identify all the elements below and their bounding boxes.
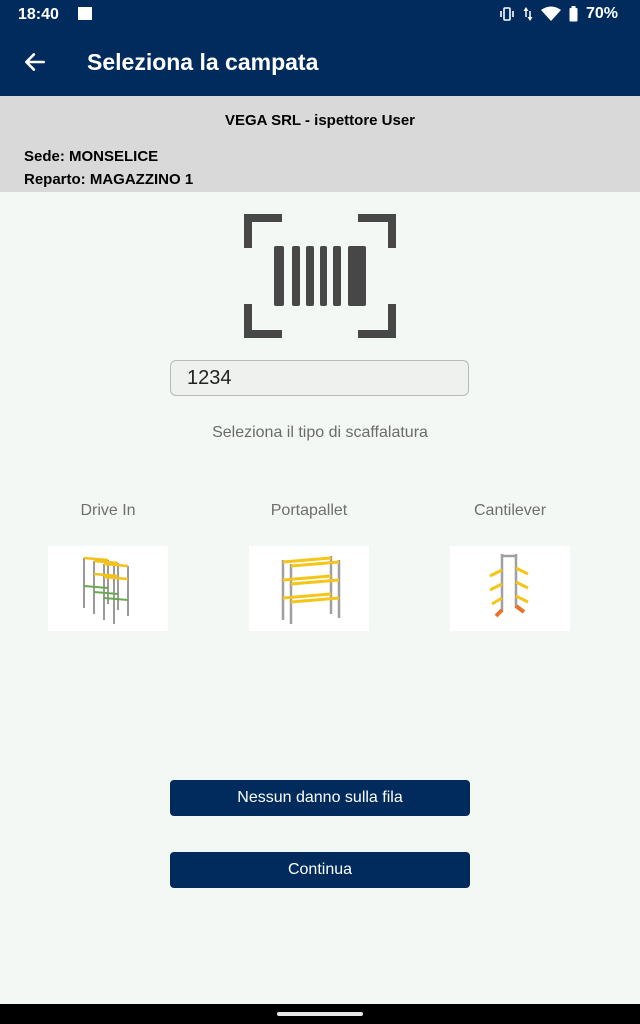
no-damage-on-row-button[interactable]: Nessun danno sulla fila [170, 780, 470, 816]
rack-type-label-drive-in: Drive In [80, 502, 136, 519]
portapallet-rack-image [281, 556, 341, 624]
wifi-icon [540, 6, 561, 21]
status-icons: 70% [499, 5, 618, 23]
barcode-scan-icon[interactable] [244, 214, 396, 338]
rack-type-portapallet-option[interactable] [249, 546, 369, 631]
home-gesture-handle[interactable] [277, 1012, 363, 1016]
system-navigation-bar [0, 1004, 640, 1024]
status-bar: 18:40 70% [0, 0, 640, 30]
status-time: 18:40 [18, 6, 59, 23]
bay-code-input[interactable] [170, 360, 469, 396]
cantilever-rack-image [489, 554, 529, 618]
battery-icon [569, 6, 578, 22]
drive-in-rack-image [83, 556, 129, 624]
rack-type-label-portapallet: Portapallet [270, 502, 348, 519]
image-notification-icon [78, 7, 92, 20]
rack-type-cantilever-option[interactable] [450, 546, 570, 631]
rack-type-instruction: Seleziona il tipo di scaffalatura [212, 424, 428, 441]
inspection-info-header: VEGA SRL - ispettore User Sede: MONSELIC… [0, 96, 640, 192]
battery-percentage: 70% [585, 5, 618, 22]
vibrate-icon [500, 7, 514, 21]
app-bar: Seleziona la campata [0, 30, 640, 96]
department-label: Reparto: MAGAZZINO 1 [24, 171, 194, 188]
back-arrow-icon[interactable] [22, 49, 48, 75]
rack-type-label-cantilever: Cantilever [473, 502, 547, 519]
company-inspector-label: VEGA SRL - ispettore User [224, 112, 416, 129]
continue-button[interactable]: Continua [170, 852, 470, 888]
data-arrows-icon [523, 7, 533, 21]
rack-type-drive-in-option[interactable] [48, 546, 168, 631]
page-title: Seleziona la campata [87, 49, 319, 75]
site-label: Sede: MONSELICE [24, 148, 159, 165]
